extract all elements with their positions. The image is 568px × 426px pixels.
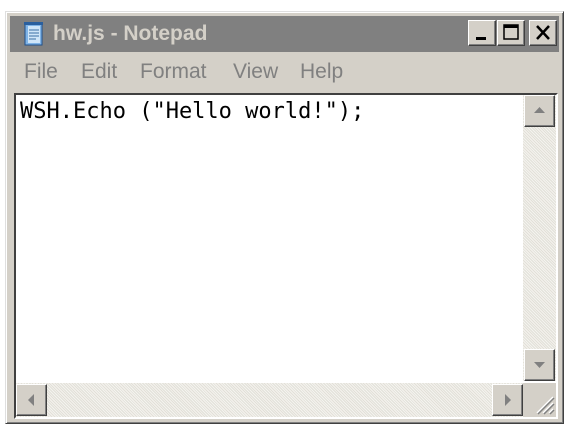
arrow-up-icon: [534, 107, 545, 113]
close-icon: [536, 25, 550, 40]
arrow-right-icon: [505, 394, 511, 406]
minimize-icon: [476, 37, 486, 40]
horizontal-scrollbar[interactable]: [16, 383, 523, 417]
notepad-app-icon[interactable]: [19, 21, 47, 47]
maximize-button[interactable]: [497, 20, 525, 46]
minimize-button[interactable]: [468, 20, 496, 46]
arrow-down-icon: [534, 362, 545, 368]
text-editor[interactable]: WSH.Echo ("Hello world!");: [14, 93, 558, 419]
maximize-icon: [503, 24, 519, 40]
menu-help[interactable]: Help: [300, 60, 343, 84]
close-button[interactable]: [529, 20, 557, 46]
menu-file[interactable]: File: [24, 60, 58, 84]
menu-edit[interactable]: Edit: [81, 60, 117, 84]
editor-content[interactable]: WSH.Echo ("Hello world!");: [20, 98, 364, 126]
scroll-right-button[interactable]: [492, 384, 523, 416]
vertical-scrollbar[interactable]: [523, 95, 556, 381]
arrow-left-icon: [28, 394, 34, 406]
notepad-window: hw.js - Notepad File Edit Format View He…: [5, 11, 564, 424]
title-bar[interactable]: hw.js - Notepad: [10, 16, 559, 52]
resize-grip[interactable]: [523, 383, 556, 417]
window-title: hw.js - Notepad: [53, 22, 208, 45]
scroll-down-button[interactable]: [524, 349, 555, 381]
menu-view[interactable]: View: [233, 60, 278, 84]
menu-bar: File Edit Format View Help: [10, 54, 559, 88]
scroll-up-button[interactable]: [524, 95, 555, 127]
resize-grip-icon: [536, 396, 555, 415]
scroll-left-button[interactable]: [16, 384, 47, 416]
menu-format[interactable]: Format: [140, 60, 207, 84]
